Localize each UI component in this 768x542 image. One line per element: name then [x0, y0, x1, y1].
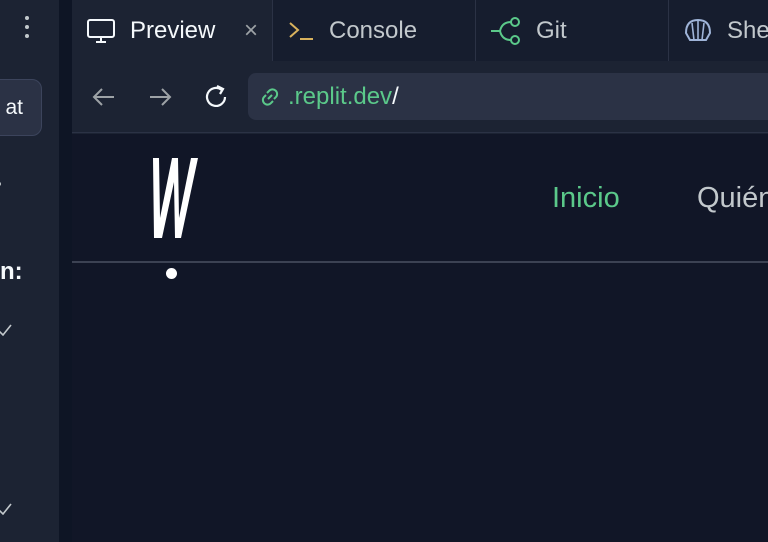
panel-heading-fragment: n: [0, 258, 23, 285]
forward-arrow-icon[interactable] [146, 83, 174, 111]
tab-label: She [727, 16, 768, 44]
back-arrow-icon[interactable] [90, 83, 118, 111]
link-icon [261, 87, 279, 106]
tab-bar: Preview × Console Git She [72, 0, 768, 61]
bullet-dot [0, 182, 1, 186]
shell-icon [684, 18, 712, 41]
tab-label: Preview [130, 16, 216, 44]
nav-link-inicio[interactable]: Inicio [552, 182, 620, 215]
check-icon [0, 503, 12, 515]
tab-console[interactable]: Console [273, 0, 476, 61]
more-vertical-icon[interactable] [18, 16, 36, 44]
nav-link-quien[interactable]: Quién [697, 182, 768, 215]
site-logo[interactable] [148, 154, 218, 242]
browser-toolbar: .replit.dev/ [72, 61, 768, 133]
chat-button-label: at [5, 95, 23, 119]
webview-preview: Inicio Quién [72, 134, 768, 542]
tab-git[interactable]: Git [476, 0, 669, 61]
check-icon [0, 324, 12, 336]
url-path: / [392, 82, 399, 110]
tab-preview[interactable]: Preview × [72, 0, 273, 61]
site-header: Inicio Quién [72, 134, 768, 263]
git-branch-icon [491, 16, 520, 45]
agent-panel: at n: [0, 0, 59, 542]
url-bar[interactable]: .replit.dev/ [248, 73, 768, 120]
tab-label: Console [329, 16, 418, 44]
close-icon[interactable]: × [244, 17, 258, 45]
url-host: .replit.dev [288, 82, 393, 110]
tab-label: Git [536, 16, 567, 44]
reload-icon[interactable] [202, 83, 230, 111]
monitor-icon [87, 18, 115, 43]
panel-divider[interactable] [59, 0, 72, 542]
chat-button[interactable]: at [0, 79, 42, 136]
list-bullet [166, 268, 177, 279]
terminal-icon [289, 21, 313, 40]
tab-shell[interactable]: She [669, 0, 768, 61]
